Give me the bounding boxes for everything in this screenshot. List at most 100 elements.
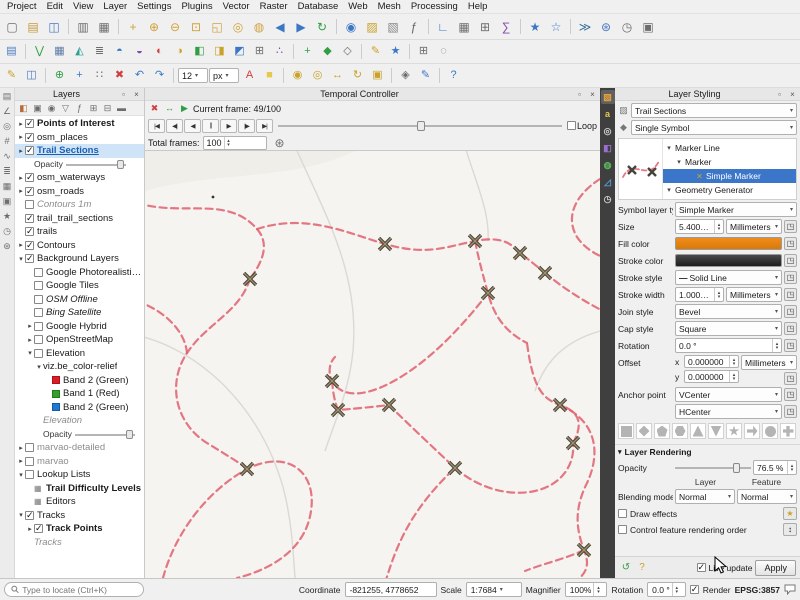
visibility-checkbox[interactable] (25, 470, 34, 479)
font-size-spinbox[interactable]: 12 (178, 68, 208, 83)
layer-item[interactable]: ▾Lookup Lists (15, 468, 144, 482)
menu-web[interactable]: Web (343, 1, 372, 12)
redo-button[interactable]: ↷ (150, 66, 169, 85)
expander-icon[interactable]: ▾ (35, 363, 43, 371)
expander-icon[interactable]: ▾ (17, 255, 25, 263)
visibility-checkbox[interactable] (34, 524, 43, 533)
advanced-digitizing-panel-button[interactable]: ∠ (1, 105, 14, 118)
stroke-style-override-button[interactable] (784, 271, 797, 284)
diagrams-tab[interactable]: ◍ (601, 158, 615, 172)
menu-plugins[interactable]: Plugins (176, 1, 217, 12)
add-wfs-layer-button[interactable]: ◩ (230, 42, 249, 61)
visibility-checkbox[interactable] (25, 241, 34, 250)
slider-handle[interactable] (126, 430, 133, 439)
layer-item[interactable]: Band 1 (Red) (15, 387, 144, 401)
add-point-cloud-layer-button[interactable]: ∴ (270, 42, 289, 61)
open-field-calculator-button[interactable]: ⊞ (414, 42, 433, 61)
symbol-tree-item[interactable]: ▾Marker (663, 155, 796, 169)
offset-y-spinbox[interactable]: 0.000000 (684, 370, 739, 383)
live-update-checkbox[interactable] (697, 563, 706, 572)
zoom-full-button[interactable]: ◱ (207, 17, 227, 37)
visibility-checkbox[interactable] (25, 173, 34, 182)
add-postgis-layer-button[interactable]: ◓ (110, 42, 129, 61)
visibility-checkbox[interactable] (25, 457, 34, 466)
symbol-tree-item[interactable]: ▾Geometry Generator (663, 183, 796, 197)
layer-item[interactable]: ▸osm_places (15, 131, 144, 145)
manage-map-themes-button[interactable]: ◉ (45, 102, 58, 115)
layer-item[interactable]: trails (15, 225, 144, 239)
stroke-width-unit-select[interactable]: Millimeters (726, 287, 782, 302)
skip-to-start-button[interactable]: |◀ (148, 119, 165, 133)
overview-panel-button[interactable]: ▦ (1, 180, 14, 193)
add-oracle-layer-button[interactable]: ◑ (170, 42, 189, 61)
zoom-native-button[interactable]: ⊡ (186, 17, 206, 37)
3d-view-tab[interactable]: ◧ (601, 141, 615, 155)
save-layer-edits-button[interactable]: ◫ (22, 66, 41, 85)
layer-item[interactable]: Band 2 (Green) (15, 401, 144, 415)
expander-icon[interactable]: ▸ (26, 336, 34, 344)
processing-panel-button[interactable]: ⊛ (1, 240, 14, 253)
layer-item[interactable]: Tracks (15, 536, 144, 550)
cap-style-override-button[interactable] (784, 322, 797, 335)
play-forward-button[interactable]: ▶ (220, 119, 237, 133)
help-button[interactable]: ? (444, 66, 463, 85)
history-tab[interactable]: ◷ (601, 192, 615, 206)
fill-color-button[interactable] (675, 237, 782, 250)
layer-item[interactable]: Opacity (15, 428, 144, 442)
shape-diamond-button[interactable] (636, 423, 652, 439)
measure-line-button[interactable]: ∟ (433, 17, 453, 37)
layer-item[interactable]: ▾Elevation (15, 347, 144, 361)
new-project-button[interactable]: ▢ (2, 17, 22, 37)
select-by-expression-button[interactable]: ƒ (404, 17, 424, 37)
total-frames-spinbox[interactable]: 100 (203, 136, 267, 150)
new-print-layout-button[interactable]: ▥ (73, 17, 93, 37)
layer-item[interactable]: ▸marvao (15, 455, 144, 469)
add-wms-layer-button[interactable]: ◧ (190, 42, 209, 61)
visibility-checkbox[interactable] (25, 214, 34, 223)
close-panel-icon[interactable] (131, 89, 142, 100)
map-canvas[interactable] (145, 151, 600, 578)
attribute-table-button[interactable]: ▦ (454, 17, 474, 37)
expander-icon[interactable]: ▾ (17, 511, 25, 519)
zoom-to-selection-button[interactable]: ◎ (228, 17, 248, 37)
vertex-tool-button[interactable]: ∷ (90, 66, 109, 85)
menu-edit[interactable]: Edit (42, 1, 68, 12)
visibility-checkbox[interactable] (25, 511, 34, 520)
step-back-button[interactable]: ◀| (166, 119, 183, 133)
visibility-checkbox[interactable] (34, 295, 43, 304)
float-panel-icon[interactable] (118, 89, 129, 100)
pan-map-button[interactable]: + (123, 17, 143, 37)
spin-arrows-icon[interactable] (787, 461, 796, 474)
layout-manager-button[interactable]: ▦ (94, 17, 114, 37)
feature-blend-select[interactable]: Normal (737, 489, 797, 504)
symbology-history-button[interactable]: ↺ (619, 561, 633, 575)
python-console-button[interactable]: ≫ (575, 17, 595, 37)
close-panel-icon[interactable] (587, 89, 598, 100)
zoom-in-button[interactable]: ⊕ (144, 17, 164, 37)
stroke-color-override-button[interactable] (784, 254, 797, 267)
rotation-spinbox[interactable]: 0.0 ° (675, 338, 782, 353)
annotations-button[interactable]: ✎ (416, 66, 435, 85)
visibility-checkbox[interactable] (25, 443, 34, 452)
show-bookmarks-button[interactable]: ★ (525, 17, 545, 37)
draw-effects-checkbox[interactable] (618, 509, 627, 518)
decorations-button[interactable]: ◈ (396, 66, 415, 85)
symbol-layer-type-select[interactable]: Simple Marker (675, 202, 797, 217)
filter-legend-button[interactable]: ▽ (59, 102, 72, 115)
add-group-button[interactable]: ▣ (31, 102, 44, 115)
symbol-tree-item[interactable]: ▾Marker Line (663, 141, 796, 155)
shape-triangle-button[interactable] (690, 423, 706, 439)
add-mesh-layer-button[interactable]: ◭ (70, 42, 89, 61)
opacity-slider-handle[interactable] (733, 463, 740, 473)
text-color-button[interactable]: A (240, 66, 259, 85)
visibility-checkbox[interactable] (34, 308, 43, 317)
layer-item[interactable]: ▾Background Layers (15, 252, 144, 266)
size-spinbox[interactable]: 5.400000 (675, 219, 724, 234)
layer-item[interactable]: ▸Points of Interest (15, 117, 144, 131)
opacity-spinbox[interactable]: 76.5 % (753, 460, 797, 475)
layer-opacity-slider[interactable] (75, 430, 135, 439)
layer-blend-select[interactable]: Normal (675, 489, 735, 504)
shape-circle-button[interactable] (762, 423, 778, 439)
menu-help[interactable]: Help (463, 1, 493, 12)
layer-item[interactable]: Opacity (15, 158, 144, 172)
